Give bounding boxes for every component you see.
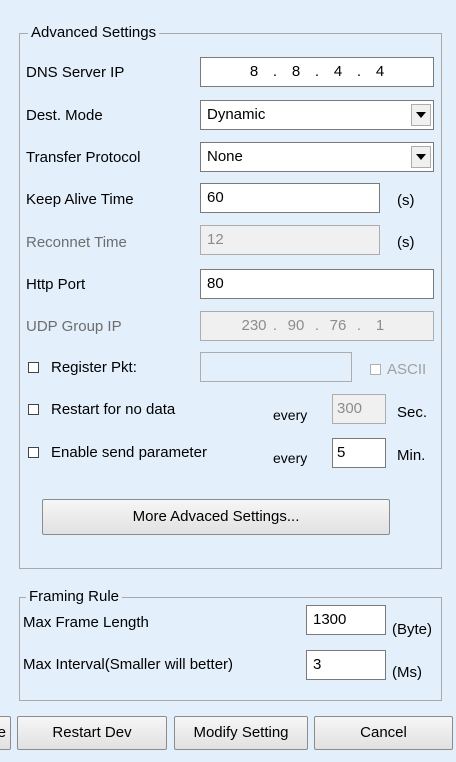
http-port-value: 80 bbox=[207, 275, 224, 292]
max-frame-length-label: Max Frame Length bbox=[23, 614, 149, 631]
dns-ip-octet-4: 4 bbox=[375, 63, 385, 80]
reconnet-time-input[interactable]: 12 bbox=[200, 225, 380, 255]
dns-server-ip-input[interactable]: 8.8.4.4 bbox=[200, 57, 434, 87]
cancel-button[interactable]: Cancel bbox=[314, 716, 453, 750]
restart-unit: Sec. bbox=[397, 404, 428, 421]
dest-mode-value: Dynamic bbox=[207, 106, 266, 123]
send-interval-value: 5 bbox=[337, 444, 346, 461]
transfer-protocol-value: None bbox=[207, 148, 243, 165]
chevron-down-icon[interactable] bbox=[411, 146, 431, 168]
transfer-protocol-select[interactable]: None bbox=[200, 142, 434, 172]
max-frame-length-input[interactable]: 1300 bbox=[306, 605, 386, 635]
keep-alive-value: 60 bbox=[207, 189, 224, 206]
modify-setting-button[interactable]: Modify Setting bbox=[174, 716, 308, 750]
send-interval-input[interactable]: 5 bbox=[332, 438, 386, 468]
restart-no-data-label: Restart for no data bbox=[51, 401, 176, 418]
udp-ip-octet-1: 230 bbox=[241, 317, 267, 334]
more-advanced-settings-button[interactable]: More Advaced Settings... bbox=[42, 499, 390, 535]
max-interval-input[interactable]: 3 bbox=[306, 650, 386, 680]
dest-mode-select[interactable]: Dynamic bbox=[200, 100, 434, 130]
restart-no-data-checkbox[interactable] bbox=[28, 404, 39, 415]
dns-server-ip-label: DNS Server IP bbox=[26, 64, 125, 81]
restart-dev-button[interactable]: Restart Dev bbox=[17, 716, 167, 750]
restart-every-label: every bbox=[273, 407, 308, 423]
register-pkt-input[interactable] bbox=[200, 352, 352, 382]
send-unit: Min. bbox=[397, 447, 426, 464]
udp-ip-octet-2: 90 bbox=[287, 317, 305, 334]
ascii-checkbox[interactable] bbox=[370, 364, 381, 375]
keep-alive-label: Keep Alive Time bbox=[26, 191, 134, 208]
max-frame-length-value: 1300 bbox=[313, 611, 347, 628]
dns-ip-octet-2: 8 bbox=[291, 63, 301, 80]
dns-ip-octet-1: 8 bbox=[249, 63, 259, 80]
chevron-down-icon[interactable] bbox=[411, 104, 431, 126]
register-pkt-label: Register Pkt: bbox=[51, 359, 137, 376]
send-every-label: every bbox=[273, 450, 308, 466]
advanced-settings-legend: Advanced Settings bbox=[28, 23, 160, 43]
reconnet-time-value: 12 bbox=[207, 231, 224, 248]
reconnet-time-label: Reconnet Time bbox=[26, 234, 127, 251]
udp-ip-octet-4: 1 bbox=[375, 317, 385, 334]
udp-group-ip-label: UDP Group IP bbox=[26, 318, 122, 335]
restart-interval-value: 300 bbox=[337, 400, 363, 417]
keep-alive-input[interactable]: 60 bbox=[200, 183, 380, 213]
register-pkt-checkbox[interactable] bbox=[28, 362, 39, 373]
udp-group-ip-input[interactable]: 230. 90. 76. 1 bbox=[200, 311, 434, 341]
enable-send-parameter-checkbox[interactable] bbox=[28, 447, 39, 458]
transfer-protocol-label: Transfer Protocol bbox=[26, 149, 141, 166]
dest-mode-label: Dest. Mode bbox=[26, 107, 103, 124]
ascii-label: ASCII bbox=[387, 361, 427, 378]
max-interval-unit: (Ms) bbox=[392, 664, 422, 681]
enable-send-parameter-label: Enable send parameter bbox=[51, 444, 207, 461]
reconnet-time-unit: (s) bbox=[397, 234, 415, 251]
max-interval-label: Max Interval(Smaller will better) bbox=[23, 656, 234, 673]
truncated-left-button[interactable]: e bbox=[0, 716, 11, 750]
dns-ip-octet-3: 4 bbox=[333, 63, 343, 80]
keep-alive-unit: (s) bbox=[397, 192, 415, 209]
max-interval-value: 3 bbox=[313, 656, 322, 673]
framing-rule-legend: Framing Rule bbox=[26, 587, 123, 607]
http-port-input[interactable]: 80 bbox=[200, 269, 434, 299]
max-frame-length-unit: (Byte) bbox=[392, 621, 433, 638]
restart-interval-input[interactable]: 300 bbox=[332, 394, 386, 424]
udp-ip-octet-3: 76 bbox=[329, 317, 347, 334]
http-port-label: Http Port bbox=[26, 276, 86, 293]
